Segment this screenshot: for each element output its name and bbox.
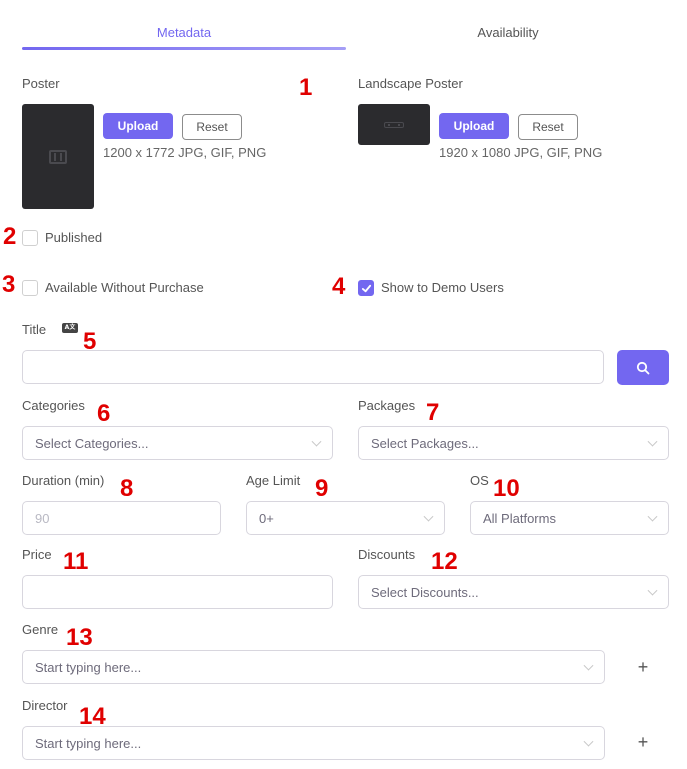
- duration-label: Duration (min): [22, 473, 105, 488]
- age-limit-select[interactable]: 0+: [246, 501, 445, 535]
- chevron-down-icon: [647, 585, 658, 596]
- duration-input[interactable]: 90: [22, 501, 221, 535]
- annotation-7: 7: [426, 399, 440, 426]
- add-genre-button[interactable]: +: [633, 657, 653, 677]
- film-icon: [384, 121, 404, 128]
- show-to-demo-users-label: Show to Demo Users: [381, 280, 504, 295]
- annotation-13: 13: [66, 624, 93, 651]
- title-input[interactable]: [22, 350, 604, 384]
- os-label: OS: [470, 473, 489, 488]
- film-icon: [49, 149, 67, 164]
- categories-placeholder: Select Categories...: [35, 435, 149, 451]
- landscape-poster-thumbnail: [358, 104, 430, 145]
- available-without-purchase-checkbox[interactable]: [22, 280, 38, 296]
- genre-select[interactable]: Start typing here...: [22, 650, 605, 684]
- search-button[interactable]: [617, 350, 669, 385]
- annotation-2: 2: [3, 223, 17, 250]
- director-placeholder: Start typing here...: [35, 735, 142, 751]
- os-select[interactable]: All Platforms: [470, 501, 669, 535]
- chevron-down-icon: [583, 736, 594, 747]
- categories-select[interactable]: Select Categories...: [22, 426, 333, 460]
- search-icon: [636, 361, 650, 374]
- discounts-select[interactable]: Select Discounts...: [358, 575, 669, 609]
- annotation-10: 10: [493, 475, 520, 502]
- landscape-size-hint: 1920 x 1080 JPG, GIF, PNG: [439, 145, 603, 160]
- show-to-demo-users-checkbox[interactable]: [358, 280, 374, 296]
- chevron-down-icon: [647, 436, 658, 447]
- landscape-upload-button[interactable]: Upload: [439, 113, 509, 139]
- categories-label: Categories: [22, 398, 85, 413]
- price-input[interactable]: [22, 575, 333, 609]
- discounts-label: Discounts: [358, 547, 416, 562]
- tab-metadata[interactable]: Metadata: [22, 18, 346, 50]
- director-label: Director: [22, 698, 68, 713]
- add-director-button[interactable]: +: [633, 732, 653, 752]
- published-label: Published: [45, 230, 103, 245]
- poster-reset-button[interactable]: Reset: [182, 114, 242, 140]
- title-label: Title: [22, 322, 47, 337]
- packages-select[interactable]: Select Packages...: [358, 426, 669, 460]
- price-label: Price: [22, 547, 52, 562]
- poster-label: Poster: [22, 76, 60, 91]
- landscape-reset-button[interactable]: Reset: [518, 114, 578, 140]
- packages-placeholder: Select Packages...: [371, 435, 479, 451]
- published-checkbox[interactable]: [22, 230, 38, 246]
- annotation-8: 8: [120, 475, 134, 502]
- poster-upload-button[interactable]: Upload: [103, 113, 173, 139]
- poster-size-hint: 1200 x 1772 JPG, GIF, PNG: [103, 145, 267, 160]
- annotation-12: 12: [431, 548, 458, 575]
- packages-label: Packages: [358, 398, 416, 413]
- annotation-11: 11: [63, 548, 89, 575]
- annotation-14: 14: [79, 703, 106, 730]
- director-select[interactable]: Start typing here...: [22, 726, 605, 760]
- chevron-down-icon: [647, 511, 658, 522]
- annotation-1: 1: [299, 74, 313, 101]
- available-without-purchase-label: Available Without Purchase: [45, 280, 204, 295]
- chevron-down-icon: [423, 511, 434, 522]
- language-icon[interactable]: A文: [62, 323, 78, 333]
- chevron-down-icon: [583, 660, 594, 671]
- discounts-placeholder: Select Discounts...: [371, 584, 479, 600]
- age-limit-value: 0+: [259, 510, 274, 526]
- genre-label: Genre: [22, 622, 59, 637]
- annotation-6: 6: [97, 400, 111, 427]
- os-value: All Platforms: [483, 510, 556, 526]
- duration-placeholder: 90: [35, 510, 50, 526]
- active-tab-indicator: [22, 47, 346, 50]
- annotation-4: 4: [332, 273, 346, 300]
- annotation-3: 3: [2, 271, 16, 298]
- annotation-5: 5: [83, 328, 97, 355]
- genre-placeholder: Start typing here...: [35, 659, 142, 675]
- check-icon: [361, 284, 371, 292]
- tab-bar: Metadata Availability: [22, 18, 670, 50]
- chevron-down-icon: [311, 436, 322, 447]
- annotation-9: 9: [315, 475, 329, 502]
- poster-thumbnail: [22, 104, 94, 209]
- tab-availability[interactable]: Availability: [346, 18, 670, 50]
- age-limit-label: Age Limit: [246, 473, 301, 488]
- landscape-poster-label: Landscape Poster: [358, 76, 463, 91]
